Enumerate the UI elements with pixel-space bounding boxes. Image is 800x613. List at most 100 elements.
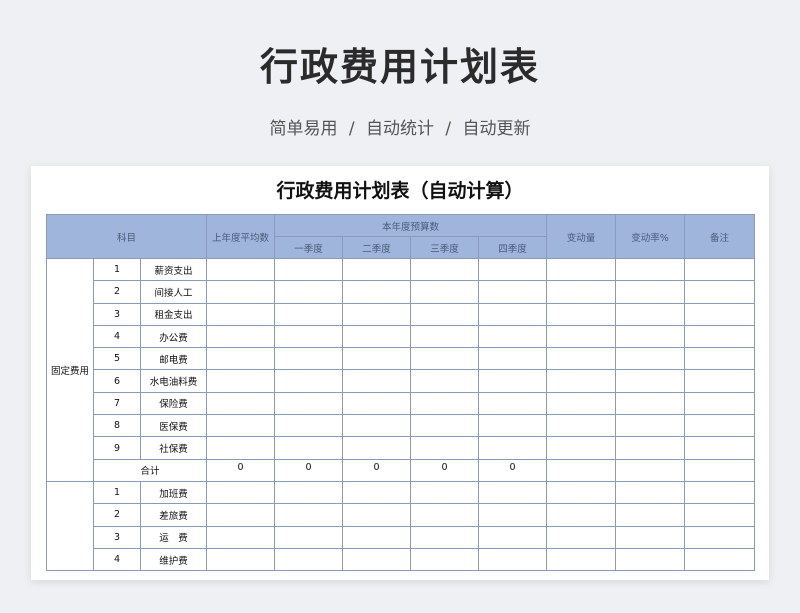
cell[interactable] bbox=[477, 280, 548, 304]
cell[interactable] bbox=[342, 280, 411, 304]
cell[interactable] bbox=[615, 436, 686, 460]
cell[interactable] bbox=[206, 280, 275, 304]
cell[interactable] bbox=[546, 324, 617, 349]
cell[interactable] bbox=[684, 458, 756, 482]
cell[interactable] bbox=[684, 369, 756, 393]
cell[interactable] bbox=[546, 369, 617, 393]
cell[interactable] bbox=[477, 525, 548, 549]
cell[interactable] bbox=[342, 324, 411, 349]
cell[interactable] bbox=[206, 547, 275, 572]
cell[interactable] bbox=[684, 280, 756, 304]
cell[interactable] bbox=[274, 414, 343, 438]
cell[interactable] bbox=[206, 347, 275, 371]
cell[interactable] bbox=[477, 257, 548, 282]
cell[interactable] bbox=[684, 480, 756, 505]
cell[interactable] bbox=[410, 257, 479, 282]
cell[interactable] bbox=[410, 280, 479, 304]
cell[interactable] bbox=[342, 414, 411, 438]
cell[interactable] bbox=[546, 347, 617, 371]
cell[interactable] bbox=[342, 369, 411, 393]
cell[interactable] bbox=[615, 257, 686, 282]
cell[interactable] bbox=[546, 302, 617, 326]
cell[interactable] bbox=[477, 324, 548, 349]
cell[interactable] bbox=[410, 547, 479, 572]
cell[interactable] bbox=[342, 391, 411, 416]
cell[interactable] bbox=[410, 369, 479, 393]
cell[interactable] bbox=[615, 280, 686, 304]
cell[interactable] bbox=[206, 480, 275, 505]
cell[interactable] bbox=[684, 347, 756, 371]
cell[interactable] bbox=[410, 480, 479, 505]
cell[interactable] bbox=[615, 503, 686, 527]
cell[interactable] bbox=[684, 257, 756, 282]
cell[interactable] bbox=[615, 525, 686, 549]
cell[interactable] bbox=[342, 436, 411, 460]
cell[interactable] bbox=[206, 369, 275, 393]
cell[interactable] bbox=[615, 391, 686, 416]
cell[interactable] bbox=[615, 414, 686, 438]
cell[interactable] bbox=[546, 458, 617, 482]
cell[interactable] bbox=[410, 503, 479, 527]
cell[interactable] bbox=[684, 414, 756, 438]
cell[interactable] bbox=[546, 436, 617, 460]
cell[interactable] bbox=[410, 391, 479, 416]
cell[interactable] bbox=[410, 347, 479, 371]
cell[interactable] bbox=[342, 302, 411, 326]
cell[interactable] bbox=[274, 280, 343, 304]
cell[interactable] bbox=[410, 324, 479, 349]
cell[interactable] bbox=[477, 480, 548, 505]
cell[interactable] bbox=[546, 480, 617, 505]
cell[interactable] bbox=[410, 302, 479, 326]
cell[interactable] bbox=[274, 391, 343, 416]
cell[interactable] bbox=[546, 525, 617, 549]
cell[interactable] bbox=[615, 547, 686, 572]
cell[interactable] bbox=[684, 302, 756, 326]
cell[interactable] bbox=[206, 324, 275, 349]
cell[interactable] bbox=[342, 480, 411, 505]
cell[interactable] bbox=[342, 257, 411, 282]
cell[interactable] bbox=[615, 458, 686, 482]
cell[interactable] bbox=[477, 503, 548, 527]
cell[interactable] bbox=[615, 302, 686, 326]
cell[interactable] bbox=[477, 369, 548, 393]
cell[interactable] bbox=[342, 347, 411, 371]
cell[interactable] bbox=[342, 503, 411, 527]
cell[interactable] bbox=[274, 525, 343, 549]
cell[interactable] bbox=[206, 414, 275, 438]
cell[interactable] bbox=[342, 525, 411, 549]
cell[interactable] bbox=[546, 391, 617, 416]
cell[interactable] bbox=[684, 547, 756, 572]
cell[interactable] bbox=[546, 257, 617, 282]
cell[interactable] bbox=[477, 414, 548, 438]
cell[interactable] bbox=[274, 480, 343, 505]
cell[interactable] bbox=[206, 436, 275, 460]
cell[interactable] bbox=[410, 414, 479, 438]
cell[interactable] bbox=[274, 503, 343, 527]
cell[interactable] bbox=[206, 391, 275, 416]
cell[interactable] bbox=[546, 503, 617, 527]
cell[interactable] bbox=[477, 347, 548, 371]
cell[interactable] bbox=[477, 547, 548, 572]
cell[interactable] bbox=[274, 324, 343, 349]
cell[interactable] bbox=[274, 436, 343, 460]
cell[interactable] bbox=[274, 347, 343, 371]
cell[interactable] bbox=[206, 503, 275, 527]
cell[interactable] bbox=[684, 436, 756, 460]
cell[interactable] bbox=[684, 525, 756, 549]
cell[interactable] bbox=[410, 525, 479, 549]
cell[interactable] bbox=[615, 480, 686, 505]
cell[interactable] bbox=[546, 414, 617, 438]
cell[interactable] bbox=[684, 324, 756, 349]
cell[interactable] bbox=[477, 302, 548, 326]
cell[interactable] bbox=[206, 257, 275, 282]
cell[interactable] bbox=[546, 280, 617, 304]
cell[interactable] bbox=[477, 391, 548, 416]
cell[interactable] bbox=[684, 503, 756, 527]
cell[interactable] bbox=[477, 436, 548, 460]
cell[interactable] bbox=[274, 302, 343, 326]
cell[interactable] bbox=[615, 369, 686, 393]
cell[interactable] bbox=[342, 547, 411, 572]
cell[interactable] bbox=[274, 547, 343, 572]
cell[interactable] bbox=[206, 302, 275, 326]
cell[interactable] bbox=[410, 436, 479, 460]
